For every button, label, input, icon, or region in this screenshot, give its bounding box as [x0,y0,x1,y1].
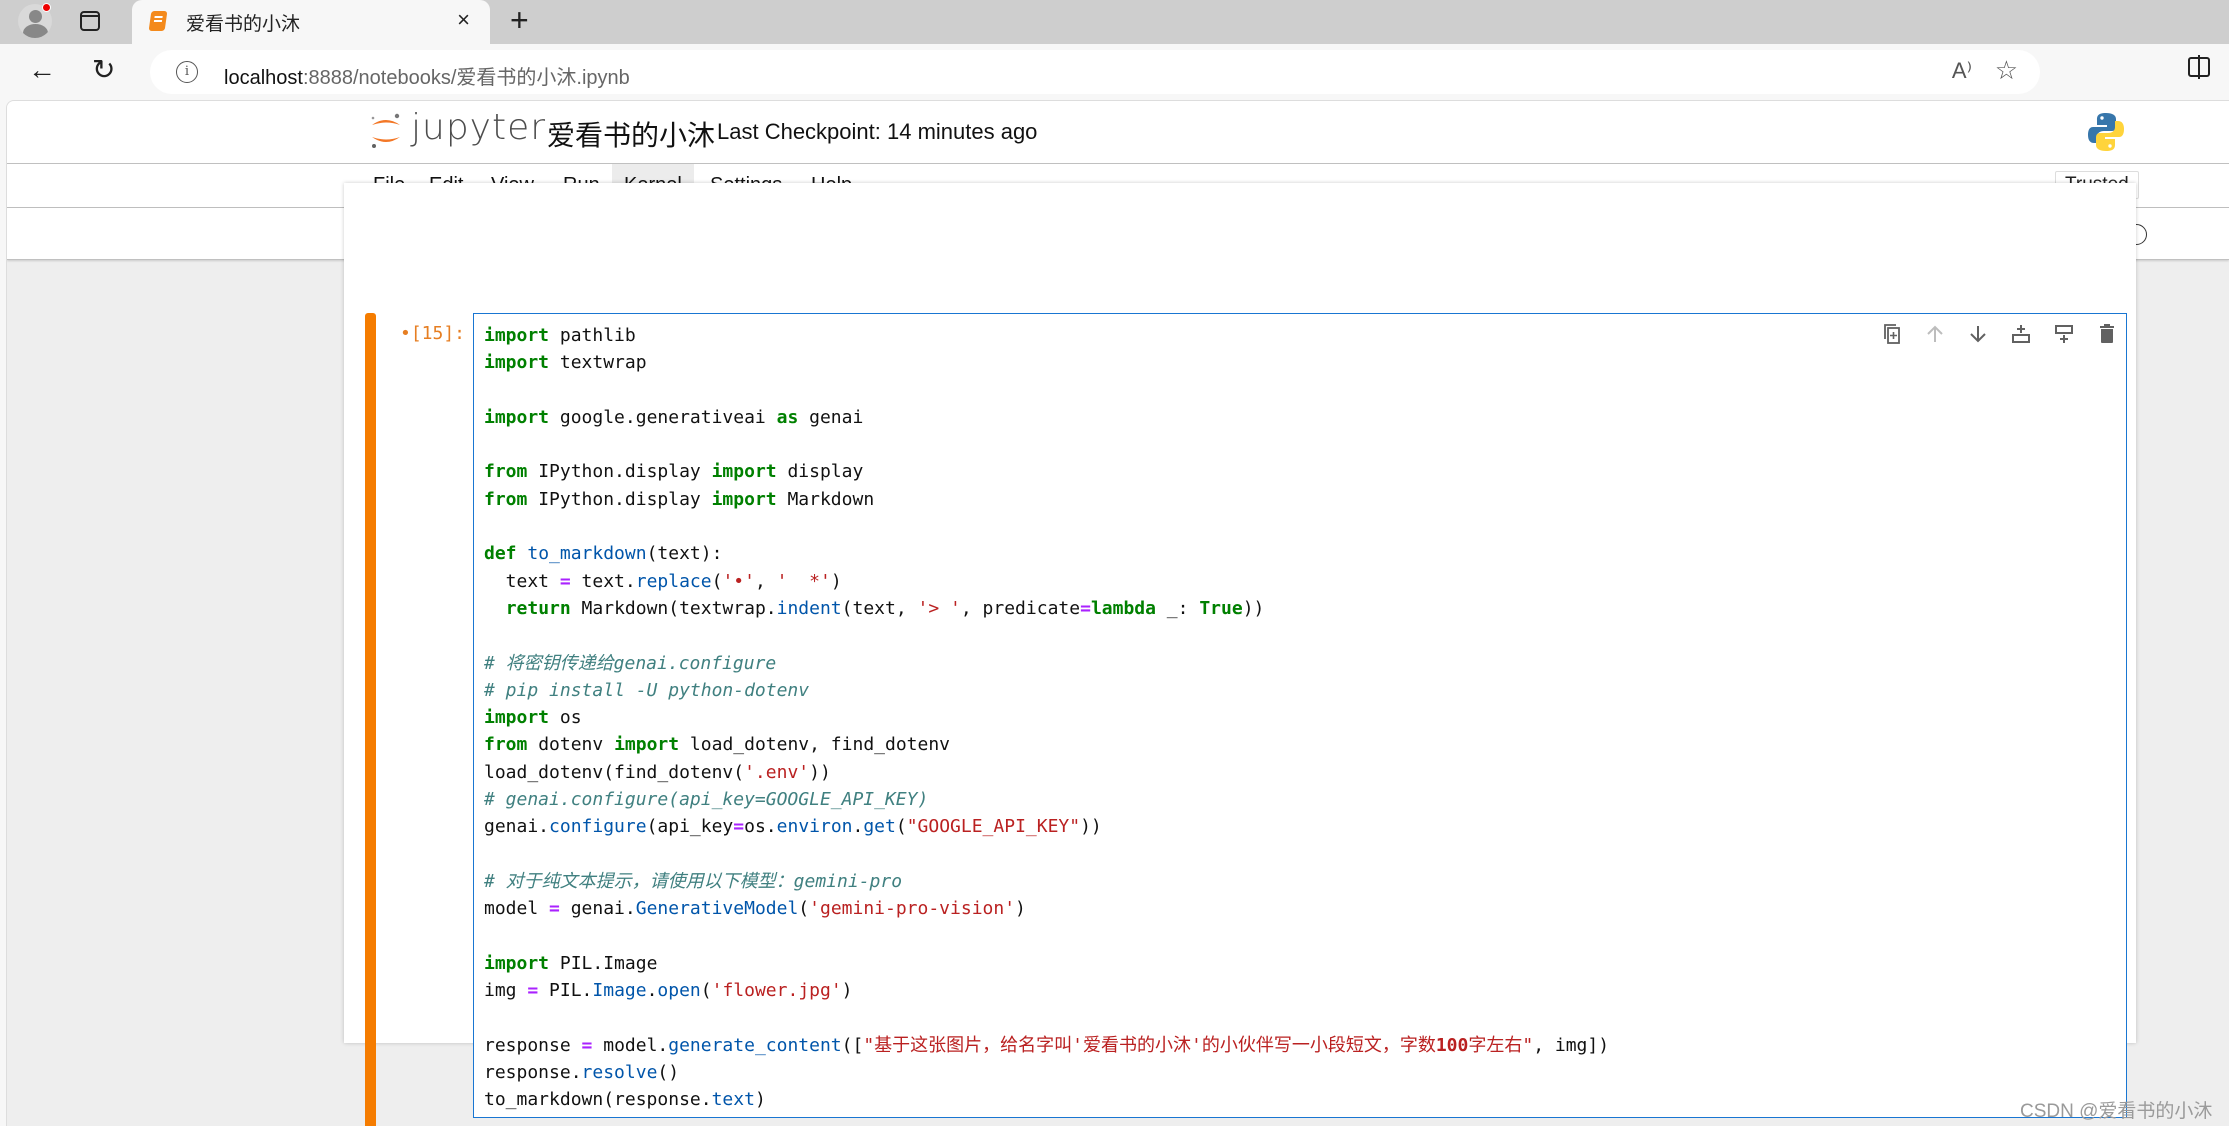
url-bar[interactable]: i localhost:8888/notebooks/爱看书的小沐.ipynb … [150,50,2040,94]
code-cell-editor[interactable]: import pathlib import textwrap import go… [473,313,2127,1118]
jupyter-logo-text: jupyter [411,107,547,148]
back-button[interactable]: ← [28,54,56,86]
code-line: response.resolve() [484,1062,680,1084]
new-tab-button[interactable]: + [510,2,529,39]
url-text[interactable]: localhost:8888/notebooks/爱看书的小沐.ipynb [224,61,630,90]
favorite-star-icon[interactable]: ☆ [1995,55,2018,86]
notification-dot [42,3,51,12]
code-line: genai.configure(api_key=os.environ.get("… [484,816,1102,838]
jupyter-logo-icon[interactable] [369,111,403,151]
address-bar-row: ← ↻ i localhost:8888/notebooks/爱看书的小沐.ip… [0,44,2229,100]
reload-button[interactable]: ↻ [92,53,115,86]
code-line: to_markdown(response.text) [484,1089,766,1111]
code-line: import google.generativeai as genai [484,406,864,428]
python-logo-icon [2088,113,2124,151]
browser-tab-strip: 爱看书的小沐 × + [0,0,2229,44]
code-line: # 对于纯文本提示，请使用以下模型：gemini-pro [484,870,903,892]
url-path: :8888/notebooks/爱看书的小沐.ipynb [302,67,630,89]
move-cell-up-icon[interactable] [1923,322,1947,346]
tab-close-icon[interactable]: × [457,7,470,33]
notebook-header: jupyter 爱看书的小沐 Last Checkpoint: 14 minut… [7,101,2229,164]
execution-prompt: •[15]: [400,323,466,344]
site-info-icon[interactable]: i [176,61,198,83]
insert-cell-below-icon[interactable] [2052,322,2076,346]
code-content[interactable]: import pathlib import textwrap import go… [484,322,1609,1114]
code-line: from IPython.display import Markdown [484,488,875,510]
move-cell-down-icon[interactable] [1966,322,1990,346]
url-host: localhost [224,67,303,89]
duplicate-cell-icon[interactable] [1880,322,1904,346]
code-line: load_dotenv(find_dotenv('.env')) [484,761,831,783]
code-line: text = text.replace('•', ' *') [484,570,842,592]
browser-tab-active[interactable]: 爱看书的小沐 × [132,0,490,44]
code-line: import pathlib [484,325,636,346]
code-line: import textwrap [484,352,647,374]
code-line: import PIL.Image [484,952,658,974]
split-screen-icon[interactable] [2188,55,2210,79]
read-aloud-icon[interactable]: A⁾ [1952,58,1972,84]
book-favicon-icon [148,11,168,31]
cell-collapser[interactable] [365,313,376,1126]
code-line: model = genai.GenerativeModel('gemini-pr… [484,898,1026,920]
code-line: # genai.configure(api_key=GOOGLE_API_KEY… [484,789,929,811]
code-line: def to_markdown(text): [484,543,723,565]
csdn-watermark: CSDN @爱看书的小沐 [2020,1101,2213,1122]
code-line: from dotenv import load_dotenv, find_dot… [484,734,951,756]
code-line: # 将密钥传递给genai.configure [484,652,777,674]
code-line: from IPython.display import display [484,461,864,483]
code-line: # pip install -U python-dotenv [484,679,810,701]
last-checkpoint: Last Checkpoint: 14 minutes ago [717,119,1038,144]
notebook-title[interactable]: 爱看书的小沐 [547,114,715,154]
tab-actions-icon[interactable] [80,11,100,31]
code-line: return Markdown(textwrap.indent(text, '>… [505,597,1265,619]
tab-title: 爱看书的小沐 [186,14,301,35]
code-line: img = PIL.Image.open('flower.jpg') [484,980,853,1002]
code-line: response = model.generate_content(["基于这张… [484,1034,1610,1056]
insert-cell-above-icon[interactable] [2009,322,2033,346]
code-line: import os [484,707,582,729]
delete-cell-icon[interactable] [2095,322,2119,346]
